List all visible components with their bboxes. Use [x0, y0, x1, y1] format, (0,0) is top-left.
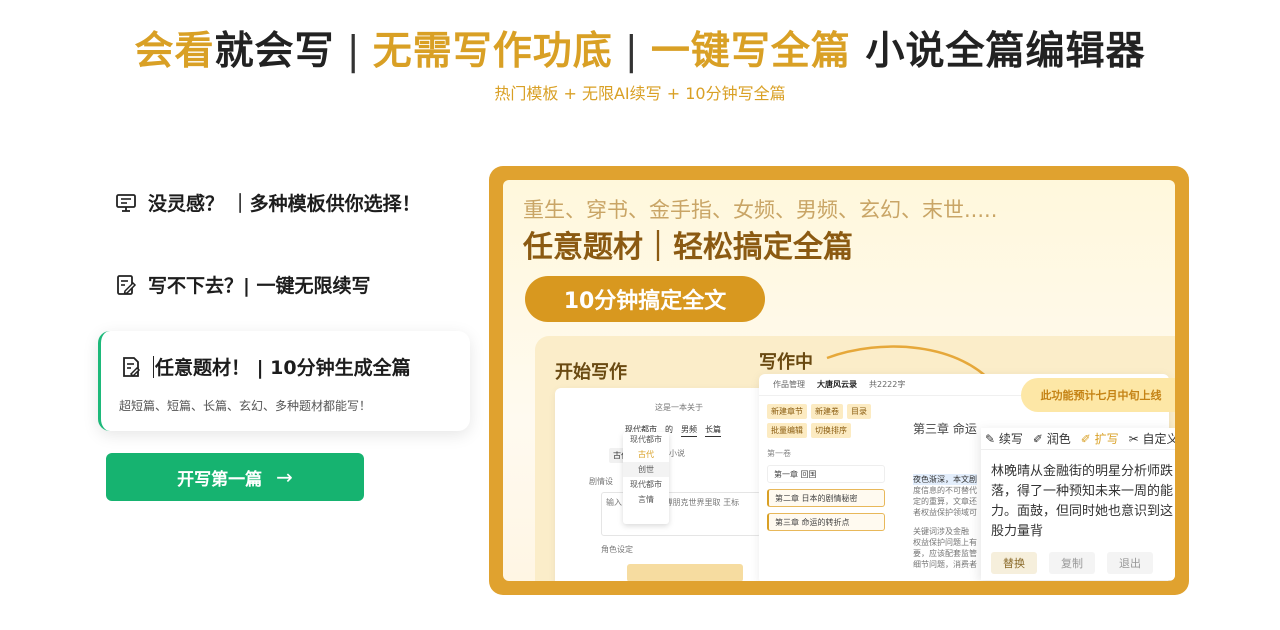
dropdown-option: 现代都市: [630, 480, 662, 489]
form-text: 小说: [669, 449, 685, 458]
manage-label: 作品管理: [773, 380, 805, 389]
side-button: 切换排序: [811, 423, 851, 438]
arrow-right-icon: →: [276, 465, 293, 489]
feature-label: 写不下去？| 一键无限续写: [148, 275, 371, 297]
start-writing-label: 开始写作: [555, 362, 627, 383]
document-edit-icon: [119, 355, 143, 379]
ai-buttons: 替换 复制 退出: [991, 552, 1153, 574]
ai-tab-custom: ✂ 自定义描: [1128, 432, 1175, 446]
form-intro: 这是一本关于: [655, 403, 703, 412]
ai-tab-polish: ✐ 润色: [1032, 432, 1071, 446]
text-line: 权益保护问题上有: [913, 538, 977, 547]
edit-note-icon: [114, 273, 138, 297]
feature-continue[interactable]: 写不下去？| 一键无限续写: [114, 271, 371, 298]
text-line: 定的重算，文章还: [913, 497, 977, 506]
page-title: 会看就会写 | 无需写作功底 | 一键写全篇 小说全篇编辑器: [134, 29, 1146, 74]
feature-description: 超短篇、短篇、长篇、玄幻、多种题材都能写！: [119, 399, 372, 413]
ai-tabs: ✎ 续写 ✐ 润色 ✐ 扩写 ✂ 自定义描: [981, 428, 1175, 450]
text-line: 要，应该配套监管: [913, 549, 977, 558]
role-label: 角色设定: [601, 545, 633, 554]
text-cursor: [153, 355, 154, 378]
preview-form-card: 这是一本关于 现代都市 的 男频 长篇 古代 追妻 小说 剧情设 输入 主人公在…: [555, 388, 785, 581]
monitor-icon: [114, 191, 138, 215]
gender-select: 男频: [681, 424, 697, 437]
plot-label: 剧情设: [589, 477, 613, 486]
genre-tags: 重生、穿书、金手指、女频、男频、玄幻、末世.....: [523, 198, 998, 222]
length-select: 长篇: [705, 424, 721, 437]
writing-label: 写作中: [759, 352, 813, 373]
dropdown-option: 言情: [638, 495, 654, 504]
ai-tab-continue: ✎ 续写: [985, 432, 1023, 446]
side-button: 批量编辑: [767, 423, 807, 438]
form-submit: [627, 564, 743, 581]
book-title: 大唐风云录: [817, 380, 857, 389]
text-line: 者权益保护领域可: [913, 508, 977, 517]
dropdown-option: 现代都市: [630, 435, 662, 444]
text-line: 细节问题，消费者: [913, 560, 977, 569]
dropdown-option: 古代: [638, 450, 654, 459]
feature-label: 没灵感？ ｜多种模板供你选择！: [148, 193, 421, 215]
replace-button: 替换: [991, 552, 1037, 574]
side-button: 新建卷: [811, 404, 843, 419]
promo-inner: 重生、穿书、金手指、女频、男频、玄幻、末世..... 任意题材｜轻松搞定全篇 1…: [503, 180, 1175, 581]
chapter-title: 第三章 命运: [913, 422, 977, 436]
feature-card-active[interactable]: 任意题材！ | 10分钟生成全篇 超短篇、短篇、长篇、玄幻、多种题材都能写！: [98, 331, 470, 431]
chapter-item: 第三章 命运的转折点: [767, 513, 885, 531]
dropdown-option: 创世: [623, 462, 669, 477]
editor-sidebar: 新建章节 新建卷 目录 批量编辑 切换排序 第一卷 第一章 回国 第二章 日本的…: [767, 404, 885, 531]
side-button: 目录: [847, 404, 871, 419]
start-writing-button[interactable]: 开写第一篇 →: [106, 453, 364, 501]
side-button: 新建章节: [767, 404, 807, 419]
ai-output-text: 林晚晴从金融街的明星分析师跌落，得了一种预知未来一周的能力。面鼓，但同时她也意识…: [991, 464, 1174, 539]
word-count: 共2222字: [869, 380, 906, 389]
text-line: 夜色渐深，本文剧: [913, 474, 977, 485]
promo-title: 任意题材｜轻松搞定全篇: [523, 230, 853, 265]
exit-button: 退出: [1107, 552, 1153, 574]
ai-assistant-panel: ✎ 续写 ✐ 润色 ✐ 扩写 ✂ 自定义描 林晚晴从金融街的明星分析师跌落，得了…: [981, 428, 1175, 580]
copy-button: 复制: [1049, 552, 1095, 574]
promo-panel: 重生、穿书、金手指、女频、男频、玄幻、末世..... 任意题材｜轻松搞定全篇 1…: [489, 166, 1189, 595]
volume-label: 第一卷: [767, 449, 791, 458]
editor-text: 夜色渐深，本文剧 度信息的不可替代 定的重算，文章还 者权益保护领域可 关键词涉…: [913, 474, 977, 570]
text-line: 关键词涉及金融: [913, 527, 969, 536]
chapter-item: 第二章 日本的剧情秘密: [767, 489, 885, 507]
promo-pill: 10分钟搞定全文: [525, 276, 765, 322]
genre-dropdown: 现代都市 古代 创世 现代都市 言情: [623, 432, 669, 524]
page-subtitle: 热门模板 + 无限AI续写 + 10分钟写全篇: [494, 84, 786, 103]
chapter-item: 第一章 回国: [767, 465, 885, 483]
feature-any-genre: 任意题材！ | 10分钟生成全篇: [119, 353, 411, 380]
feature-label: 任意题材！ | 10分钟生成全篇: [155, 357, 411, 379]
text-line: 度信息的不可替代: [913, 486, 977, 495]
feature-templates[interactable]: 没灵感？ ｜多种模板供你选择！: [114, 189, 421, 216]
ai-tab-expand: ✐ 扩写: [1080, 432, 1119, 446]
coming-soon-notice: 此功能预计七月中旬上线: [1021, 378, 1175, 412]
